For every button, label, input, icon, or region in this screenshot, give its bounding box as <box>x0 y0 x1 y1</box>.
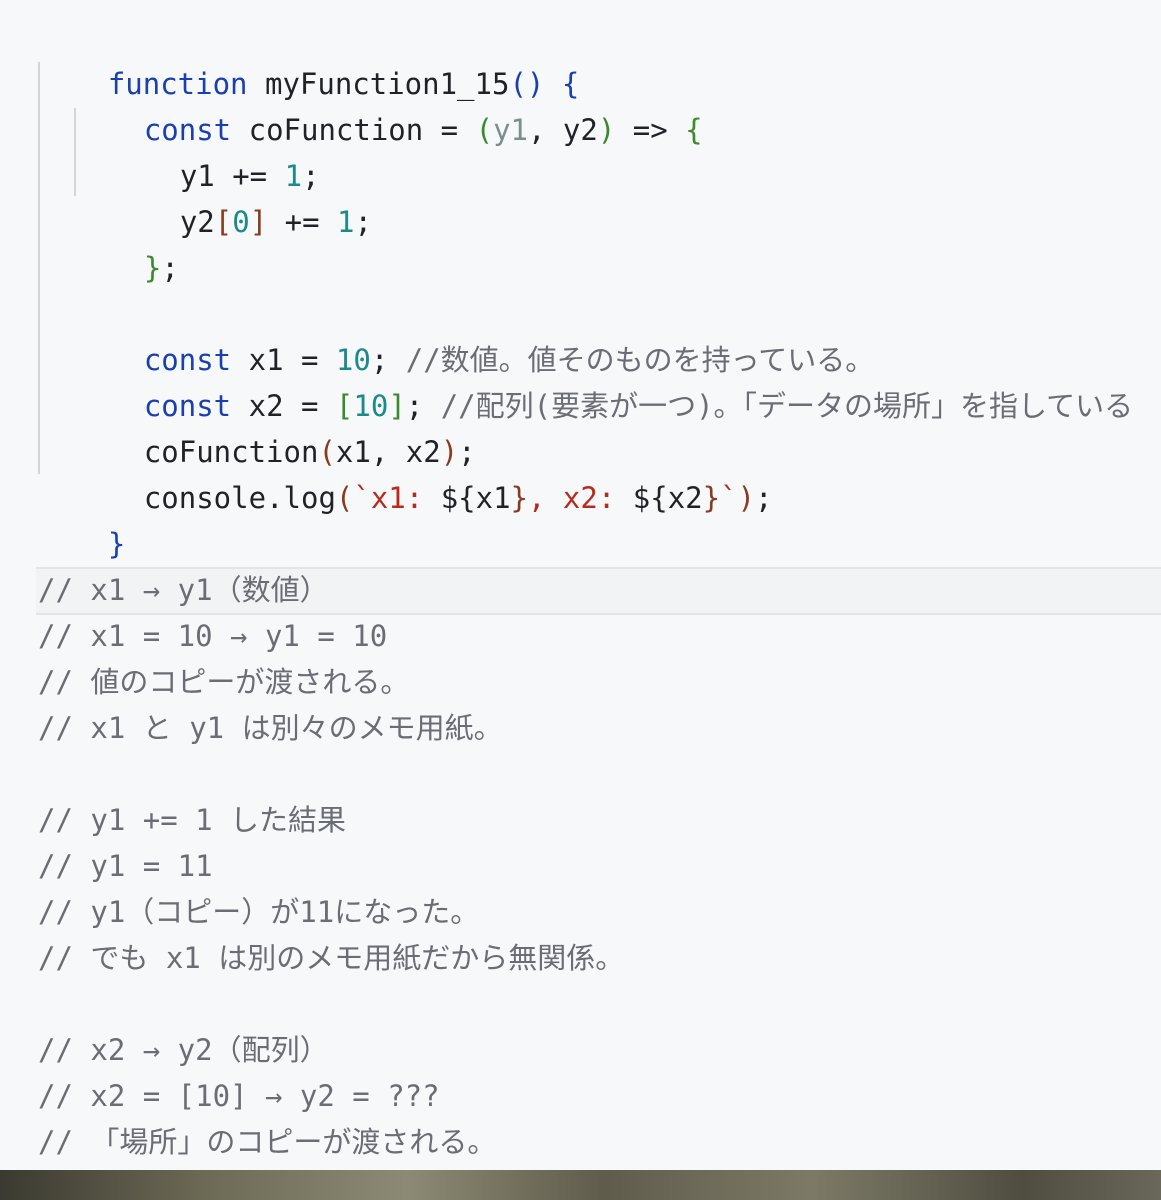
comment-line: // x2 = [10] → y2 = ??? <box>38 1079 440 1113</box>
brace: } <box>107 527 126 561</box>
background-photo-strip <box>0 1170 1161 1200</box>
comment-line: // でも x1 は別のメモ用紙だから無関係。 <box>38 941 625 975</box>
comment-line: // x1 = 10 → y1 = 10 <box>38 619 388 653</box>
brace: } <box>143 251 162 285</box>
bracket: ] <box>249 205 268 239</box>
code-line-2: const coFunction = (y1, y2) => { <box>74 61 703 147</box>
code-line-10: console.log(`x1: ${x1}, x2: ${x2}`); <box>74 429 773 515</box>
code-line-5: }; <box>74 199 179 285</box>
code-line-11: } <box>38 475 125 561</box>
number: 1 <box>337 205 355 239</box>
code-text: ; <box>354 205 372 239</box>
template-open: ${ <box>632 481 668 515</box>
code-line-7: const x1 = 10; //数値。値そのものを持っている。 <box>74 291 874 377</box>
string: ` <box>720 481 738 515</box>
comment-line: // x2 → y2（配列） <box>38 1033 329 1067</box>
code-text: ; <box>161 251 179 285</box>
template-close: } <box>702 481 721 515</box>
string: `x1: <box>353 481 441 515</box>
code-text: => <box>615 113 686 147</box>
code-line-8: const x2 = [10]; //配列(要素が一つ)。「データの場所」を指し… <box>74 337 1133 423</box>
template-open: ${ <box>440 481 476 515</box>
comment-line: // 「場所」のコピーが渡される。 <box>38 1125 497 1159</box>
bracket: [ <box>214 205 233 239</box>
comment-line: // y1 = 11 <box>38 849 213 883</box>
brace: { <box>685 113 703 147</box>
paren: ) <box>597 113 616 147</box>
comment-line: // 値のコピーが渡される。 <box>38 665 410 699</box>
paren: ) <box>737 481 756 515</box>
string: , x2: <box>528 481 633 515</box>
number: 0 <box>232 205 250 239</box>
code-text: console.log <box>143 481 336 515</box>
code-line-4: y2[0] += 1; <box>110 153 372 239</box>
code-text: y2 <box>179 205 215 239</box>
comment: //配列(要素が一つ)。「データの場所」を指している <box>440 389 1134 423</box>
code-text: ; <box>755 481 773 515</box>
comment-line: // x1 と y1 は別々のメモ用紙。 <box>38 711 503 745</box>
param: y1 <box>493 113 528 147</box>
code-editor[interactable]: function myFunction1_15() { const coFunc… <box>0 0 1161 1170</box>
code-text: x1 <box>475 481 511 515</box>
template-close: } <box>510 481 528 515</box>
code-line-1: function myFunction1_15() { <box>38 15 579 101</box>
param: y2 <box>562 113 598 147</box>
code-text: x2 <box>667 481 703 515</box>
code-text: += <box>267 205 338 239</box>
code-text: , <box>527 113 563 147</box>
comment-line: // y1 += 1 した結果 <box>38 803 347 837</box>
comment-line: // y1（コピー）が11になった。 <box>38 895 480 929</box>
paren: ( <box>475 113 494 147</box>
code-line-3: y1 += 1; <box>110 107 320 193</box>
code-line-9: coFunction(x1, x2); <box>74 383 476 469</box>
paren: ( <box>335 481 354 515</box>
comment-line: // x1 → y1（数値） <box>38 573 329 607</box>
